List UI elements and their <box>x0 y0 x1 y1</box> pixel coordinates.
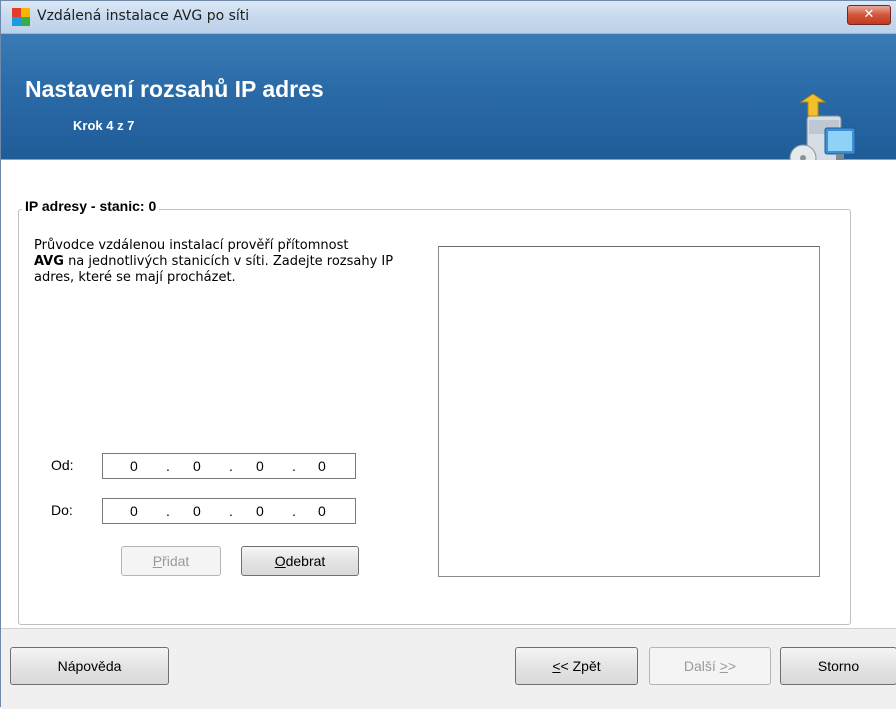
add-accelerator: P <box>152 553 163 569</box>
ip-from-octet-3: 0 <box>256 458 264 474</box>
description-text: Průvodce vzdálenou instalací prověří pří… <box>34 238 414 286</box>
next-accelerator: > <box>719 658 728 674</box>
help-label: Nápověda <box>57 658 122 674</box>
ip-from-input[interactable]: 0 . 0 . 0 . 0 <box>102 453 356 479</box>
back-label: < Zpět <box>560 658 601 674</box>
description-part-1: Průvodce vzdálenou instalací prověří pří… <box>34 238 349 253</box>
close-button[interactable]: ✕ <box>847 5 891 25</box>
ip-from-octet-4: 0 <box>318 458 326 474</box>
content-panel: IP adresy - stanic: 0 Průvodce vzdálenou… <box>1 160 896 628</box>
page-title: Nastavení rozsahů IP adres <box>25 76 324 102</box>
remove-label: debrat <box>285 553 326 569</box>
ip-to-octet-3: 0 <box>256 503 264 519</box>
title-bar: Vzdálená instalace AVG po síti ✕ <box>1 1 896 34</box>
next-label: Další <box>683 658 720 674</box>
ip-to-octet-1: 0 <box>130 503 138 519</box>
ip-from-label: Od: <box>51 457 74 473</box>
ip-from-octet-2: 0 <box>193 458 201 474</box>
step-indicator: Krok 4 z 7 <box>73 118 135 133</box>
description-bold: AVG <box>34 254 64 269</box>
ip-range-list[interactable] <box>438 246 820 577</box>
ip-from-octet-1: 0 <box>130 458 138 474</box>
add-button[interactable]: Přidat <box>121 546 221 576</box>
next-button[interactable]: Další >> <box>649 647 771 685</box>
remove-button[interactable]: Odebrat <box>241 546 359 576</box>
next-label-end: > <box>727 658 737 674</box>
ip-to-octet-4: 0 <box>318 503 326 519</box>
header-banner: Nastavení rozsahů IP adres Krok 4 z 7 <box>1 34 896 172</box>
help-button[interactable]: Nápověda <box>10 647 169 685</box>
ip-to-label: Do: <box>51 502 73 518</box>
back-button[interactable]: << Zpět <box>515 647 638 685</box>
remove-accelerator: O <box>274 553 286 569</box>
installer-window: Vzdálená instalace AVG po síti ✕ Nastave… <box>0 0 896 709</box>
avg-logo-icon <box>12 8 30 26</box>
window-title: Vzdálená instalace AVG po síti <box>37 8 250 24</box>
description-part-2: na jednotlivých stanicích v síti. Zadejt… <box>34 254 394 285</box>
cancel-label: Storno <box>817 658 860 674</box>
cancel-button[interactable]: Storno <box>780 647 896 685</box>
back-accelerator: < <box>552 658 561 674</box>
footer-bar: Nápověda << Zpět Další >> Storno <box>1 628 896 709</box>
group-title: IP adresy - stanic: 0 <box>22 198 160 214</box>
ip-to-octet-2: 0 <box>193 503 201 519</box>
ip-to-input[interactable]: 0 . 0 . 0 . 0 <box>102 498 356 524</box>
close-icon: ✕ <box>863 7 875 22</box>
add-label: řidat <box>162 553 190 569</box>
